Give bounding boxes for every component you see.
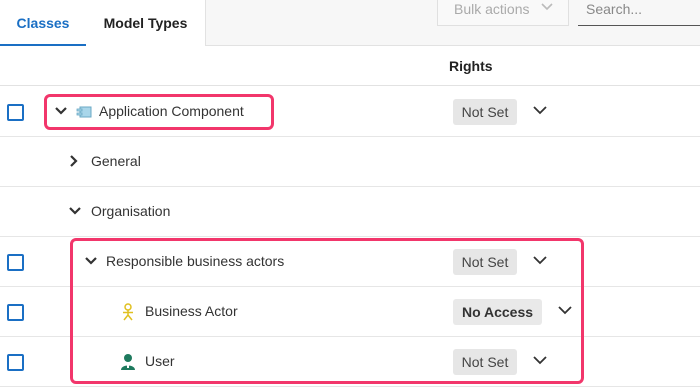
row-label: Business Actor <box>145 303 238 319</box>
table-header: Rights <box>0 46 700 86</box>
table-row: General <box>0 137 700 187</box>
business-actor-icon <box>123 303 133 321</box>
chevron-down-icon[interactable] <box>557 304 573 316</box>
chevron-down-icon[interactable] <box>68 204 82 218</box>
row-checkbox[interactable] <box>7 354 24 371</box>
user-icon <box>121 354 135 370</box>
rights-value[interactable]: Not Set <box>453 249 517 275</box>
row-checkbox[interactable] <box>7 304 24 321</box>
chevron-down-icon[interactable] <box>532 254 548 266</box>
tab-classes[interactable]: Classes <box>0 0 86 46</box>
chevron-right-icon[interactable] <box>66 154 80 168</box>
top-bar: Classes Model Types Bulk actions Search.… <box>0 0 700 46</box>
chevron-down-icon[interactable] <box>532 104 548 116</box>
table-row: User Not Set <box>0 337 700 387</box>
table-row: Responsible business actors Not Set <box>0 237 700 287</box>
chevron-down-icon[interactable] <box>84 254 98 268</box>
chevron-down-icon[interactable] <box>54 104 68 118</box>
bulk-actions-dropdown[interactable]: Bulk actions <box>437 0 569 26</box>
row-label: Responsible business actors <box>106 253 285 269</box>
chevron-down-icon <box>541 3 553 11</box>
rights-value[interactable]: No Access <box>453 299 542 325</box>
row-label: User <box>145 353 175 369</box>
row-label: Application Component <box>99 103 244 119</box>
rights-value[interactable]: Not Set <box>453 99 517 125</box>
chevron-down-icon[interactable] <box>532 354 548 366</box>
search-input[interactable]: Search... <box>578 0 700 26</box>
rights-column-header: Rights <box>449 58 493 74</box>
row-checkbox[interactable] <box>7 104 24 121</box>
row-label: Organisation <box>91 203 171 219</box>
table-row: Business Actor No Access <box>0 287 700 337</box>
row-label: General <box>91 153 141 169</box>
application-component-icon <box>76 106 92 118</box>
rights-value[interactable]: Not Set <box>453 349 517 375</box>
table-row: Organisation <box>0 187 700 237</box>
tab-model-types[interactable]: Model Types <box>86 0 206 46</box>
row-checkbox[interactable] <box>7 254 24 271</box>
table-row: Application Component Not Set <box>0 87 700 137</box>
bulk-actions-label: Bulk actions <box>454 1 530 17</box>
